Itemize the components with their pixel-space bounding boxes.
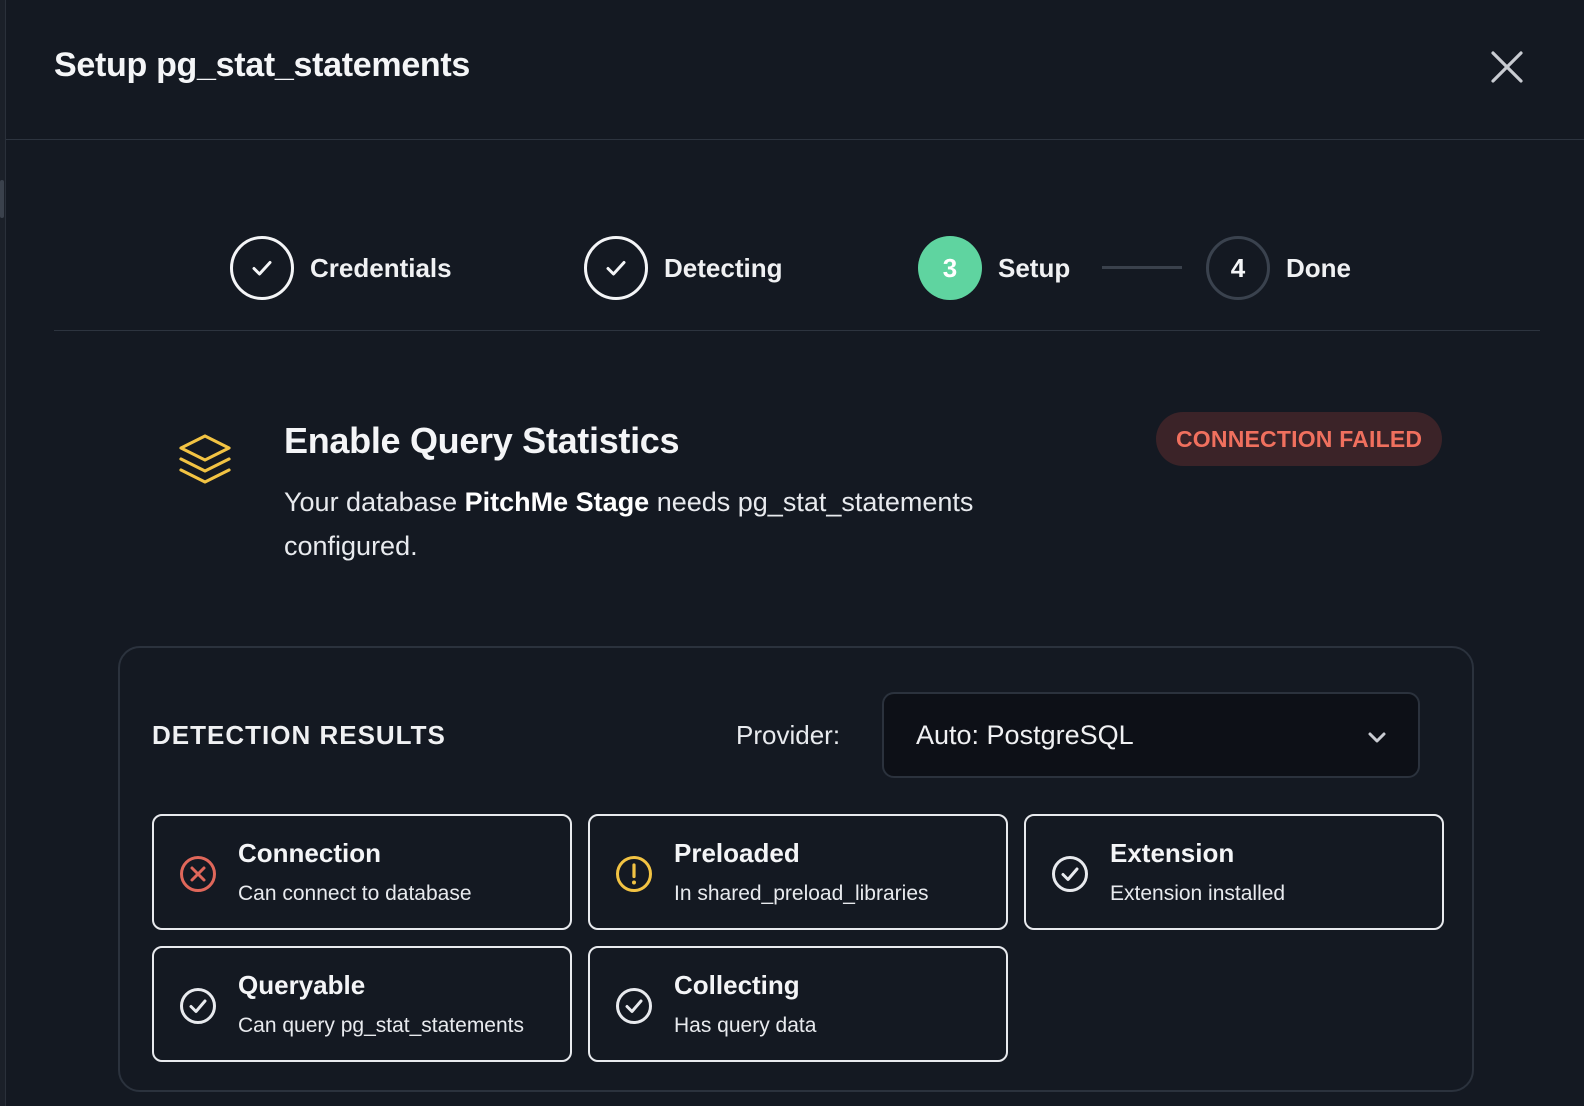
close-icon	[1491, 51, 1523, 83]
modal-title: Setup pg_stat_statements	[54, 46, 471, 84]
setup-stepper: Credentials Detecting 3 Setup 4 Done	[6, 236, 1584, 300]
intro-text-prefix: Your database	[284, 487, 465, 517]
chevron-down-icon	[1368, 732, 1386, 743]
check-circle-icon	[180, 988, 216, 1024]
detection-results-panel: DETECTION RESULTS Provider: Auto: Postgr…	[118, 646, 1474, 1092]
detection-results-title: DETECTION RESULTS	[152, 720, 446, 750]
result-title: Queryable	[238, 970, 366, 1000]
result-card-collecting: Collecting Has query data	[588, 946, 1008, 1062]
result-card-extension: Extension Extension installed	[1024, 814, 1444, 930]
check-circle-icon	[616, 988, 652, 1024]
result-title: Extension	[1110, 838, 1235, 868]
result-title: Preloaded	[674, 838, 800, 868]
close-button[interactable]	[1488, 48, 1526, 86]
database-name: PitchMe Stage	[464, 487, 650, 517]
setup-modal: Setup pg_stat_statements Credentials Det…	[6, 0, 1584, 1106]
result-card-queryable: Queryable Can query pg_stat_statements	[152, 946, 572, 1062]
result-card-preloaded: Preloaded In shared_preload_libraries	[588, 814, 1008, 930]
step-credentials: Credentials	[230, 236, 452, 300]
result-description: Can query pg_stat_statements	[238, 1014, 525, 1037]
step-credentials-label: Credentials	[310, 252, 452, 283]
provider-label: Provider:	[736, 720, 841, 750]
result-title: Connection	[238, 838, 381, 868]
result-description: Extension installed	[1110, 882, 1286, 905]
modal-header: Setup pg_stat_statements	[6, 0, 1584, 140]
layers-icon	[179, 434, 231, 484]
alert-circle-icon	[616, 856, 652, 892]
provider-select[interactable]: Auto: PostgreSQL	[882, 692, 1420, 778]
check-icon	[606, 261, 626, 276]
background-scroll-nub	[0, 180, 4, 218]
result-card-connection: Connection Can connect to database	[152, 814, 572, 930]
step-credentials-marker	[230, 236, 294, 300]
result-title: Collecting	[674, 970, 800, 1000]
step-detecting: Detecting	[584, 236, 782, 300]
status-badge: CONNECTION FAILED	[1156, 412, 1443, 466]
result-description: Can connect to database	[238, 882, 472, 905]
step-detecting-marker	[584, 236, 648, 300]
check-circle-icon	[1052, 856, 1088, 892]
check-icon	[252, 261, 272, 276]
step-done-label: Done	[1286, 252, 1351, 283]
stepper-divider	[54, 330, 1540, 331]
step-done-marker: 4	[1206, 236, 1270, 300]
x-circle-icon	[180, 856, 216, 892]
provider-select-value: Auto: PostgreSQL	[916, 719, 1134, 750]
intro-heading: Enable Query Statistics	[284, 420, 680, 461]
step-detecting-label: Detecting	[664, 252, 783, 283]
step-connector	[1102, 266, 1182, 269]
step-done: 4 Done	[1206, 236, 1351, 300]
result-description: In shared_preload_libraries	[674, 882, 929, 905]
step-setup-label: Setup	[998, 252, 1071, 283]
step-setup-marker: 3	[918, 236, 982, 300]
result-description: Has query data	[674, 1014, 817, 1037]
intro-description: Your database PitchMe Stage needs pg_sta…	[284, 480, 1024, 568]
step-setup: 3 Setup	[918, 236, 1070, 300]
